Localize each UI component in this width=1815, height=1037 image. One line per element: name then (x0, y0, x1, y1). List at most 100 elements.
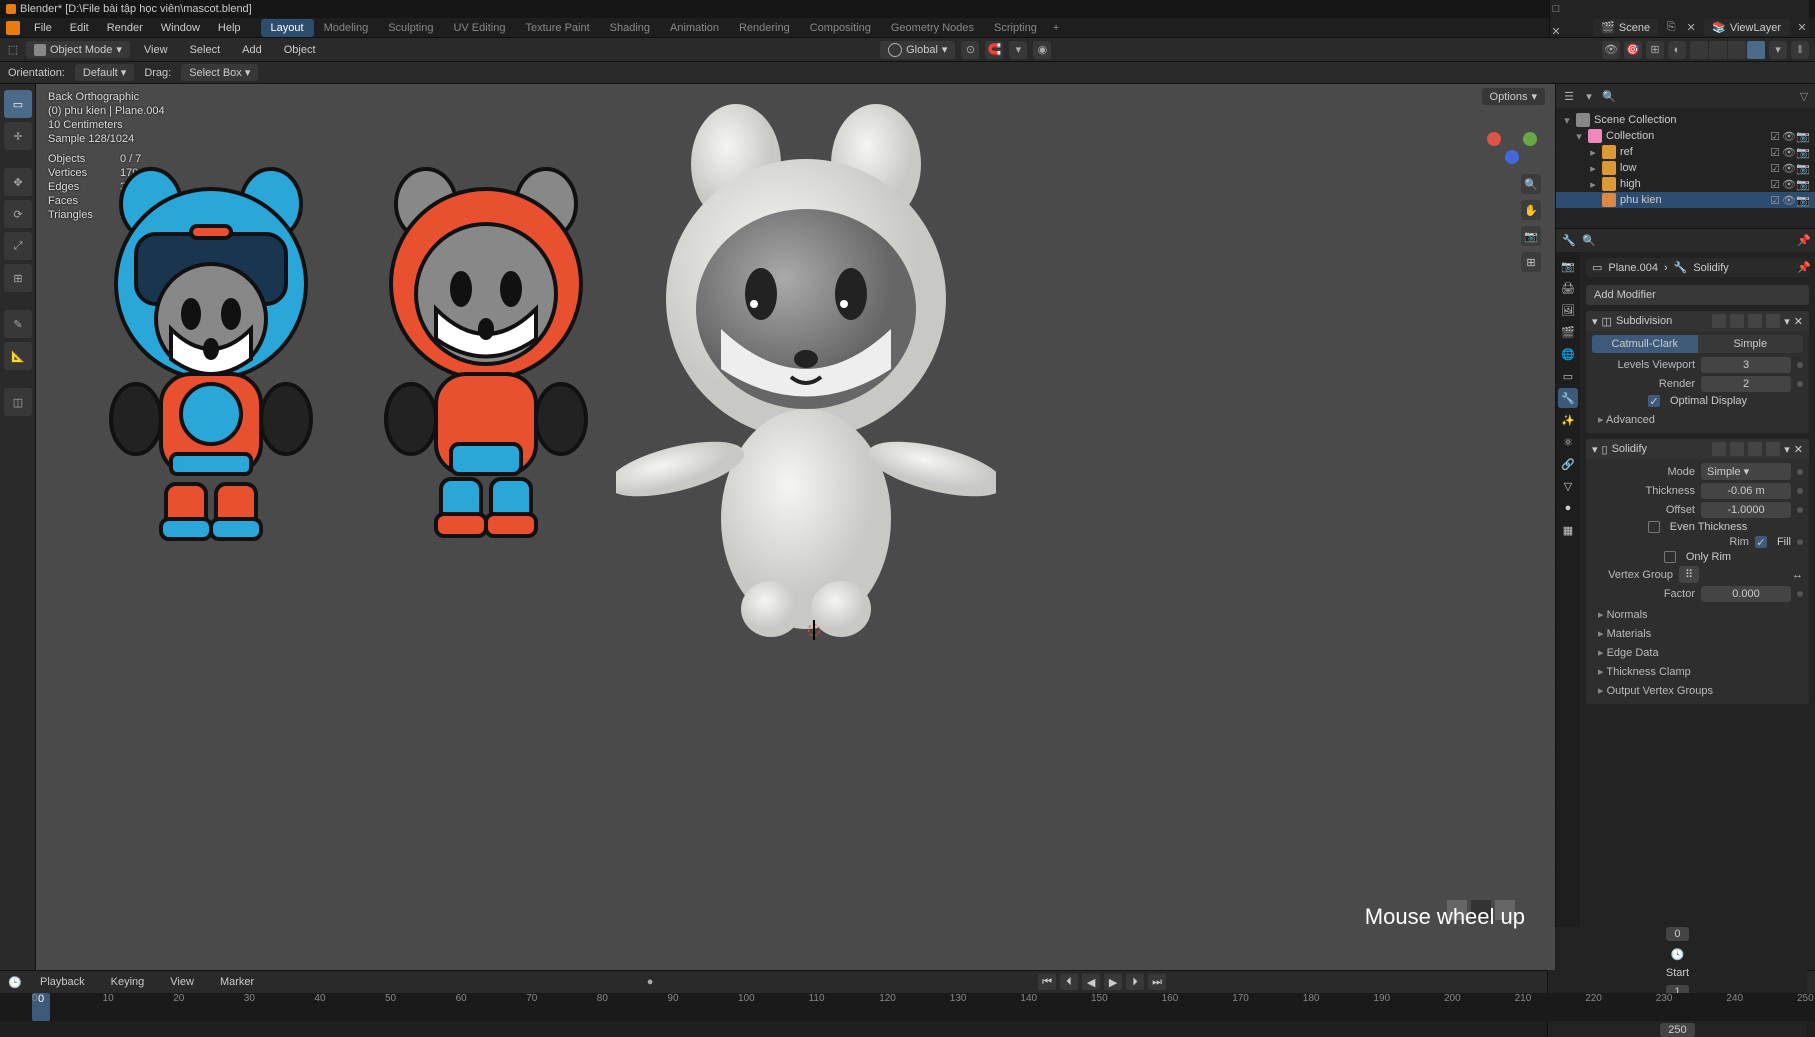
outliner-item-high[interactable]: ▸ high ☑👁📷 (1556, 176, 1815, 192)
offset-field[interactable]: -1.0000 (1701, 502, 1791, 518)
mod-realtime-toggle[interactable] (1730, 442, 1744, 456)
rendered-shading[interactable] (1747, 41, 1765, 59)
tab-particles[interactable]: ✨ (1558, 410, 1578, 430)
fill-check[interactable]: ✓ (1755, 536, 1767, 548)
crumb-modifier[interactable]: Solidify (1693, 262, 1728, 274)
tab-uv[interactable]: UV Editing (443, 19, 515, 37)
catmull-clark-button[interactable]: Catmull-Clark (1592, 335, 1698, 353)
scale-tool[interactable]: ⤢ (4, 232, 32, 260)
delete-scene-button[interactable]: ✕ (1684, 21, 1698, 35)
solid-shading[interactable] (1709, 41, 1727, 59)
tab-texture[interactable]: ▦ (1558, 520, 1578, 540)
scene-selector[interactable]: 🎬 Scene (1593, 19, 1658, 36)
matprev-shading[interactable] (1728, 41, 1746, 59)
view-menu[interactable]: View (136, 42, 176, 58)
maximize-button[interactable]: □ (1550, 3, 1562, 15)
mod-cage-toggle[interactable] (1766, 314, 1780, 328)
visibility-dropdown[interactable]: 👁 (1602, 41, 1620, 59)
simple-button[interactable]: Simple (1698, 335, 1804, 353)
tab-physics[interactable]: ⚛ (1558, 432, 1578, 452)
modifier-name[interactable]: Subdivision (1616, 315, 1672, 327)
thicknessclamp-section[interactable]: Thickness Clamp (1592, 662, 1803, 681)
tab-geonodes[interactable]: Geometry Nodes (881, 19, 984, 37)
select-menu[interactable]: Select (182, 42, 229, 58)
perspective-icon[interactable]: ⊞ (1521, 252, 1541, 272)
outliner-scene-collection[interactable]: ▾ Scene Collection (1556, 112, 1815, 128)
play-button[interactable]: ▶ (1104, 974, 1122, 990)
playback-menu[interactable]: Playback (32, 974, 93, 990)
select-tool[interactable]: ▭ (4, 90, 32, 118)
mode-dropdown[interactable]: Simple ▾ (1701, 463, 1791, 480)
hide-toggle[interactable]: 👁 (1783, 130, 1795, 142)
view-menu-tl[interactable]: View (162, 974, 202, 990)
mod-menu-icon[interactable]: ▾ (1784, 315, 1790, 328)
jump-start-button[interactable]: ⏮ (1038, 974, 1056, 990)
tab-viewlayer[interactable]: 🖼 (1558, 300, 1578, 320)
invert-icon[interactable]: ↔ (1792, 569, 1803, 581)
orientation-dropdown[interactable]: Default ▾ (75, 64, 134, 81)
tab-scripting[interactable]: Scripting (984, 19, 1047, 37)
wireframe-shading[interactable] (1690, 41, 1708, 59)
snap-toggle[interactable]: 🧲 (985, 41, 1003, 59)
mod-delete-button[interactable]: ✕ (1794, 443, 1803, 456)
tab-modifiers[interactable]: 🔧 (1558, 388, 1578, 408)
autokey-toggle[interactable]: ● (643, 975, 657, 989)
annotate-tool[interactable]: ✎ (4, 310, 32, 338)
menu-edit[interactable]: Edit (62, 20, 97, 36)
move-tool[interactable]: ✥ (4, 168, 32, 196)
zoom-icon[interactable]: 🔍 (1521, 174, 1541, 194)
normals-section[interactable]: Normals (1592, 605, 1803, 624)
outliner[interactable]: ▾ Scene Collection ▾ Collection ☑👁📷 ▸ re… (1556, 108, 1815, 228)
editor-type-icon[interactable]: ⬚ (6, 43, 20, 57)
play-reverse-button[interactable]: ◀ (1082, 974, 1100, 990)
vertex-group-field[interactable]: ⠿ (1679, 566, 1699, 583)
keyframe-next-button[interactable]: ⏵ (1126, 974, 1144, 990)
edgedata-section[interactable]: Edge Data (1592, 643, 1803, 662)
3d-viewport[interactable]: Back Orthographic (0) phu kien | Plane.0… (36, 84, 1555, 970)
end-frame-field[interactable]: 250 (1660, 1023, 1694, 1037)
anim-dot[interactable] (1797, 362, 1803, 368)
tab-render[interactable]: 📷 (1558, 256, 1578, 276)
tab-rendering[interactable]: Rendering (729, 19, 800, 37)
snap-dropdown[interactable]: ▾ (1009, 41, 1027, 59)
render-levels-field[interactable]: 2 (1701, 376, 1791, 392)
modifier-name[interactable]: Solidify (1612, 443, 1647, 455)
levels-viewport-field[interactable]: 3 (1701, 357, 1791, 373)
xray-toggle[interactable]: ◐ (1668, 41, 1686, 59)
anim-dot[interactable] (1797, 381, 1803, 387)
mod-delete-button[interactable]: ✕ (1794, 315, 1803, 328)
search-icon[interactable]: 🔍 (1602, 89, 1616, 103)
tab-object[interactable]: ▭ (1558, 366, 1578, 386)
transform-orientation[interactable]: Global ▾ (880, 41, 955, 59)
expand-toggle[interactable]: ▾ (1592, 443, 1598, 456)
materials-section[interactable]: Materials (1592, 624, 1803, 643)
tab-layout[interactable]: Layout (261, 19, 314, 37)
mod-realtime-toggle[interactable] (1730, 314, 1744, 328)
addcube-tool[interactable]: ◫ (4, 388, 32, 416)
jump-end-button[interactable]: ⏭ (1148, 974, 1166, 990)
menu-help[interactable]: Help (210, 20, 249, 36)
mod-render-toggle[interactable] (1748, 314, 1762, 328)
pan-icon[interactable]: ✋ (1521, 200, 1541, 220)
axis-x[interactable] (1487, 132, 1501, 146)
even-thickness-check[interactable] (1648, 521, 1660, 533)
filter-icon[interactable]: ▽ (1797, 89, 1811, 103)
camera-icon[interactable]: 📷 (1521, 226, 1541, 246)
preview-range-toggle[interactable]: 🕓 (1670, 947, 1684, 961)
pause-render-button[interactable]: ‖ (1791, 41, 1809, 59)
object-menu[interactable]: Object (276, 42, 324, 58)
gizmo-toggle[interactable]: 🎯 (1624, 41, 1642, 59)
search-icon[interactable]: 🔍 (1582, 234, 1596, 248)
tab-sculpting[interactable]: Sculpting (378, 19, 443, 37)
tab-texpaint[interactable]: Texture Paint (515, 19, 599, 37)
thickness-field[interactable]: -0.06 m (1701, 483, 1791, 499)
tab-data[interactable]: ▽ (1558, 476, 1578, 496)
tab-animation[interactable]: Animation (660, 19, 729, 37)
outliner-item-ref[interactable]: ▸ ref ☑👁📷 (1556, 144, 1815, 160)
mod-edit-toggle[interactable] (1712, 314, 1726, 328)
expand-toggle[interactable]: ▾ (1592, 315, 1598, 328)
disable-toggle[interactable]: 📷 (1797, 130, 1809, 142)
properties-type-icon[interactable]: 🔧 (1562, 234, 1576, 248)
overlays-toggle[interactable]: ⊞ (1646, 41, 1664, 59)
tab-output[interactable]: 🖨 (1558, 278, 1578, 298)
